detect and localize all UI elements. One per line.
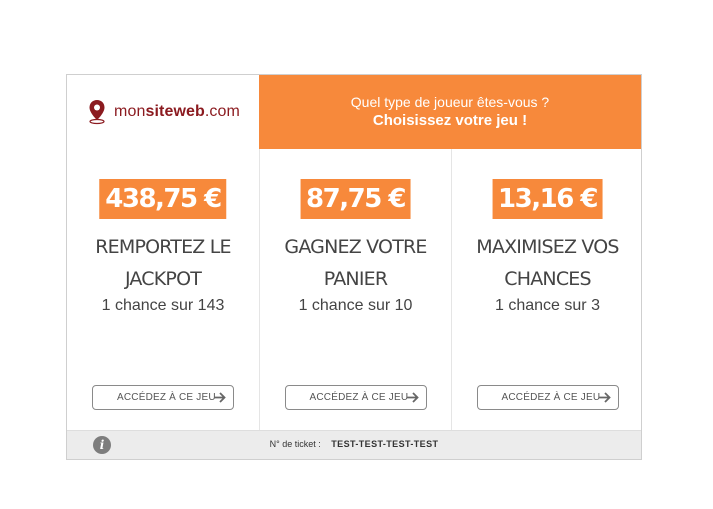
game-odds: 1 chance sur 3: [495, 297, 600, 314]
game-odds: 1 chance sur 10: [298, 297, 413, 314]
access-game-button[interactable]: ACCÉDEZ À CE JEU: [476, 385, 619, 410]
game-selection-widget: monsiteweb.com Quel type de joueur êtes-…: [66, 74, 642, 460]
games-list: 438,75 € REMPORTEZ LE JACKPOT 1 chance s…: [67, 149, 641, 433]
game-card-chances: 13,16 € MAXIMISEZ VOS CHANCES 1 chance s…: [451, 149, 641, 433]
prize-amount: 438,75 €: [99, 179, 227, 219]
map-pin-icon: [86, 99, 108, 125]
ticket-info: N° de ticket : TEST-TEST-TEST-TEST: [67, 431, 641, 457]
access-game-button-label: ACCÉDEZ À CE JEU: [501, 392, 601, 403]
logo-text: monsiteweb.com: [114, 103, 240, 121]
header-question: Quel type de joueur êtes-vous ?: [350, 94, 550, 110]
game-title-line2: PANIER: [323, 268, 388, 290]
game-title-line2: CHANCES: [504, 268, 591, 290]
access-game-button[interactable]: ACCÉDEZ À CE JEU: [284, 385, 427, 410]
arrow-right-icon: [598, 391, 612, 409]
header-call-to-action: Choisissez votre jeu !: [372, 112, 528, 129]
game-title: MAXIMISEZ VOS CHANCES: [458, 231, 637, 295]
game-title-line1: GAGNEZ VOTRE: [284, 236, 427, 258]
game-card-panier: 87,75 € GAGNEZ VOTRE PANIER 1 chance sur…: [259, 149, 451, 433]
header-banner: Quel type de joueur êtes-vous ? Choisiss…: [259, 75, 641, 149]
logo-text-bold: siteweb: [145, 103, 205, 120]
arrow-right-icon: [213, 391, 227, 409]
prize-amount: 13,16 €: [492, 179, 603, 219]
access-game-button-label: ACCÉDEZ À CE JEU: [117, 392, 216, 403]
access-game-button[interactable]: ACCÉDEZ À CE JEU: [92, 385, 234, 410]
ticket-value: TEST-TEST-TEST-TEST: [331, 439, 439, 449]
game-title: GAGNEZ VOTRE PANIER: [266, 231, 445, 295]
logo-text-light: mon: [114, 103, 146, 120]
game-title-line2: JACKPOT: [124, 268, 202, 290]
ticket-label: N° de ticket :: [269, 439, 321, 449]
game-title-line1: REMPORTEZ LE: [95, 236, 231, 258]
logo-text-suffix: .com: [204, 103, 240, 120]
game-card-jackpot: 438,75 € REMPORTEZ LE JACKPOT 1 chance s…: [67, 149, 259, 433]
widget-header: monsiteweb.com Quel type de joueur êtes-…: [67, 75, 641, 149]
prize-amount: 87,75 €: [300, 179, 411, 219]
widget-footer: i N° de ticket : TEST-TEST-TEST-TEST: [67, 430, 641, 459]
game-title-line1: MAXIMISEZ VOS: [476, 236, 619, 258]
arrow-right-icon: [406, 391, 420, 409]
access-game-button-label: ACCÉDEZ À CE JEU: [309, 392, 409, 403]
site-logo: monsiteweb.com: [67, 75, 259, 149]
game-odds: 1 chance sur 143: [101, 297, 225, 314]
game-title: REMPORTEZ LE JACKPOT: [73, 231, 253, 295]
